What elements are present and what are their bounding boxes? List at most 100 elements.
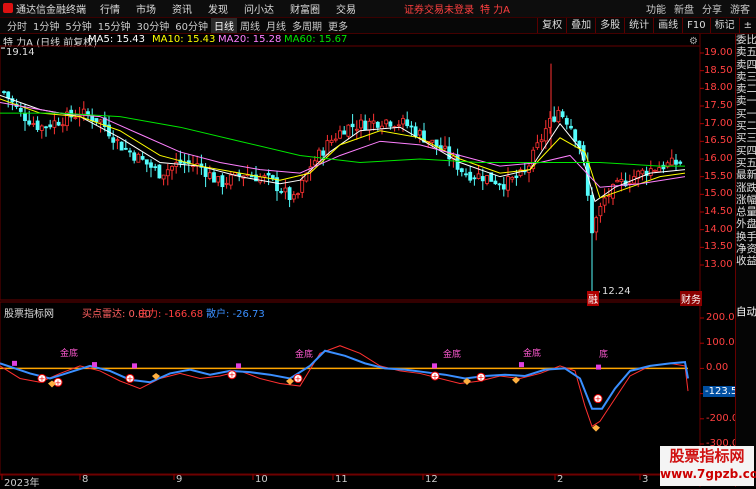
candle-body — [300, 180, 305, 193]
svg-text:+: + — [55, 378, 62, 387]
settings-icon[interactable]: ⚙ — [689, 36, 698, 47]
signal-bar-icon — [12, 360, 17, 366]
candle-body — [598, 206, 603, 217]
candle-body — [56, 121, 61, 126]
quote-side-panel: 委比 卖五 卖四 卖三 卖二 卖一 买一 买二 买三 买四 买五 最新 涨跌 涨幅 总量 外盘 换手 净资 收益 — [735, 34, 756, 306]
candle-body — [44, 126, 48, 129]
price-tick-label: 13.00 — [704, 259, 733, 270]
price-tick-label: 17.00 — [704, 117, 733, 129]
indicator-lines: + + + + + + + + 金底 金底 金底 金底 底 — [0, 345, 689, 432]
date-axis-label: 11 — [335, 474, 348, 485]
candle-body — [228, 174, 233, 186]
candle-body — [321, 150, 326, 156]
quote-field-1: 卖五 — [736, 46, 756, 59]
candle-body — [216, 176, 221, 183]
candle-body — [27, 120, 32, 125]
price-tick-label: 16.00 — [704, 153, 733, 164]
signal-label: 金底 — [295, 348, 313, 360]
candle-body — [258, 176, 263, 183]
tool-plusminus[interactable]: ± — [738, 18, 756, 33]
auto-label[interactable]: 自动 — [736, 306, 756, 318]
candle-body — [468, 171, 473, 181]
low-marker-badge: 融 — [587, 291, 599, 306]
quote-field-10: 买五 — [736, 156, 756, 169]
candle-body — [485, 175, 489, 184]
candle-body — [111, 137, 116, 143]
quote-field-8: 买三 — [736, 132, 756, 145]
candle-body — [317, 149, 321, 162]
date-axis-label: 12 — [425, 474, 438, 485]
candle-body — [354, 128, 359, 131]
candle-body — [291, 194, 296, 200]
signal-bar-icon — [92, 362, 97, 368]
candle-body — [405, 119, 410, 127]
candle-body — [417, 130, 422, 136]
candle-body — [443, 145, 447, 149]
candle-body — [657, 167, 662, 173]
candle-body — [459, 168, 464, 173]
candle-body — [602, 197, 607, 206]
candle-body — [48, 124, 53, 128]
signal-bar-icon — [236, 363, 241, 369]
candle-body — [674, 159, 678, 165]
candle-body — [669, 157, 674, 166]
quote-field-4: 卖二 — [736, 83, 756, 96]
watermark-logo: 股票指标网 www.7gpzb.com — [660, 446, 756, 486]
date-axis-label: 9 — [176, 474, 183, 485]
candle-body — [514, 175, 519, 179]
candle-body — [384, 119, 389, 125]
date-axis-label: 10 — [255, 474, 268, 485]
candle-body — [287, 187, 292, 200]
candle-body — [363, 120, 368, 130]
candle-body — [165, 169, 170, 177]
candle-body — [560, 111, 565, 118]
stock-chart-canvas[interactable]: + + + + + + + + 金底 金底 金底 金底 底 — [0, 0, 735, 487]
candle-body — [266, 172, 271, 176]
candle-body — [543, 128, 548, 142]
signal-label: 金底 — [443, 348, 461, 360]
signal-bar-icon — [132, 363, 137, 369]
finance-badge[interactable]: 财务 — [680, 291, 702, 306]
candle-body — [249, 175, 254, 178]
candle-body — [350, 123, 355, 128]
svg-text:+: + — [127, 374, 134, 383]
quote-field-9: 买四 — [736, 144, 756, 157]
candle-body — [342, 130, 347, 135]
price-tick-label: 17.50 — [704, 100, 733, 111]
price-tick-label: 15.00 — [704, 188, 733, 200]
quote-field-0: 委比 — [736, 34, 756, 46]
candle-body — [161, 174, 166, 180]
candle-body — [430, 139, 435, 143]
candle-body — [98, 119, 103, 123]
quote-field-2: 卖四 — [736, 58, 756, 71]
candle-body — [535, 142, 540, 149]
price-tick-label: 15.50 — [704, 170, 733, 182]
quote-field-13: 涨幅 — [736, 193, 756, 206]
candle-body — [480, 176, 485, 182]
indicator-tick-label: 0.00 — [706, 362, 729, 374]
price-tick-label: 18.00 — [704, 82, 733, 94]
quote-field-17: 净资 — [736, 243, 756, 256]
candle-body — [640, 169, 645, 175]
signal-bar-icon — [519, 362, 524, 368]
low-price-label: 12.24 — [602, 286, 631, 297]
quote-field-14: 总量 — [736, 206, 756, 219]
quote-field-5: 卖一 — [736, 95, 756, 108]
candle-body — [279, 191, 284, 193]
candle-body — [220, 175, 225, 188]
price-tick-label: 14.00 — [704, 223, 733, 235]
candle-body — [371, 120, 376, 124]
signal-label: 金底 — [523, 347, 541, 359]
quote-field-18: 收益 — [736, 255, 756, 268]
svg-text:+: + — [229, 371, 236, 380]
candle-body — [283, 187, 288, 193]
candle-body — [203, 167, 208, 177]
candle-body — [39, 125, 44, 131]
candle-body — [594, 217, 599, 233]
high-price-label: 19.14 — [6, 47, 35, 58]
candle-body — [237, 173, 242, 177]
price-tick-label: 14.50 — [704, 206, 733, 217]
candle-body — [375, 121, 380, 128]
candle-body — [367, 120, 372, 131]
candle-body — [18, 108, 23, 112]
